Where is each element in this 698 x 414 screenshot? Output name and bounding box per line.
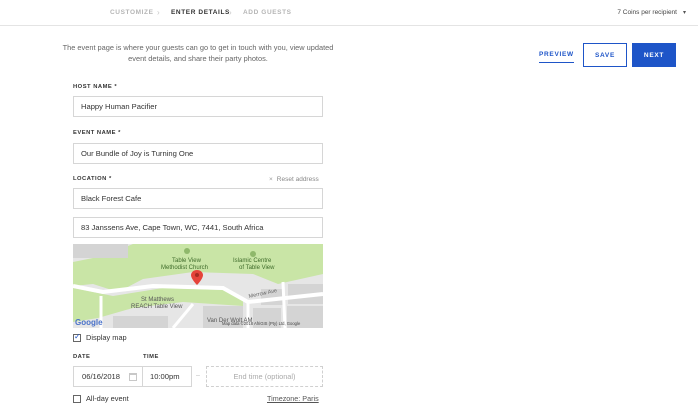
time-value: 10:00pm [150,372,180,381]
time-input[interactable]: 10:00pm [143,366,192,387]
time-label: TIME [143,354,159,360]
church-marker-icon [184,248,190,254]
islamic-centre-marker-icon [250,251,256,257]
step-separator-icon: › [157,8,160,17]
all-day-label: All-day event [86,394,129,403]
date-label: DATE [73,354,91,360]
coins-selector[interactable]: 7 Coins per recipient ▾ [617,9,686,16]
map-block [73,244,128,258]
map-pin-dot [195,273,199,277]
map-label: Methodist Church [161,265,208,271]
host-name-label: HOST NAME * [73,84,118,90]
location-label: LOCATION * [73,176,112,182]
event-name-input[interactable]: Our Bundle of Joy is Turning One [73,143,323,164]
reset-address-button[interactable]: × Reset address [269,176,319,183]
display-map-checkbox[interactable]: ✓ Display map [73,331,127,342]
display-map-checkbox-box[interactable]: ✓ [73,331,81,342]
map-label: of Table View [239,265,275,271]
step-bar: CUSTOMIZE › ENTER DETAILS › ADD GUESTS 7… [0,0,698,26]
end-time-input[interactable]: End time (optional) [206,366,323,387]
date-input[interactable]: 06/16/2018 [73,366,143,387]
calendar-icon[interactable] [129,373,137,381]
checkmark-icon: ✓ [74,331,81,341]
map-label: St Matthews [141,297,174,303]
close-icon: × [269,176,273,183]
google-logo: Google [75,318,103,327]
map-attribution: Map data ©2018 AfriGIS (Pty) Ltd, Google [222,321,301,326]
step-add-guests[interactable]: ADD GUESTS [243,9,292,16]
coins-label: 7 Coins per recipient [617,9,677,16]
all-day-checkbox-box[interactable] [73,394,81,403]
all-day-checkbox[interactable]: All-day event [73,394,129,403]
end-time-placeholder: End time (optional) [233,372,296,381]
step-customize[interactable]: CUSTOMIZE [110,9,154,16]
map-label: Islamic Centre [233,258,272,264]
timezone-link[interactable]: Timezone: Paris [267,394,319,403]
location-venue-input[interactable]: Black Forest Cafe [73,188,323,209]
step-separator-icon: › [229,8,232,17]
intro-text: The event page is where your guests can … [62,43,334,63]
map-label: REACH Table View [131,304,183,310]
save-button[interactable]: SAVE [583,43,627,67]
next-button[interactable]: NEXT [632,43,676,67]
step-enter-details[interactable]: ENTER DETAILS [171,9,230,16]
date-value: 06/16/2018 [82,372,121,381]
reset-address-label: Reset address [276,176,319,183]
location-address-input[interactable]: 83 Janssens Ave, Cape Town, WC, 7441, So… [73,217,323,238]
location-map[interactable]: Table View Methodist Church Islamic Cent… [73,244,323,328]
map-block [113,316,168,328]
time-range-dash: – [196,372,200,379]
chevron-down-icon: ▾ [682,10,686,16]
host-name-input[interactable]: Happy Human Pacifier [73,96,323,117]
map-label: Table View [172,258,202,264]
display-map-label: Display map [86,333,127,342]
event-name-label: EVENT NAME * [73,130,121,136]
preview-link[interactable]: PREVIEW [539,51,574,63]
